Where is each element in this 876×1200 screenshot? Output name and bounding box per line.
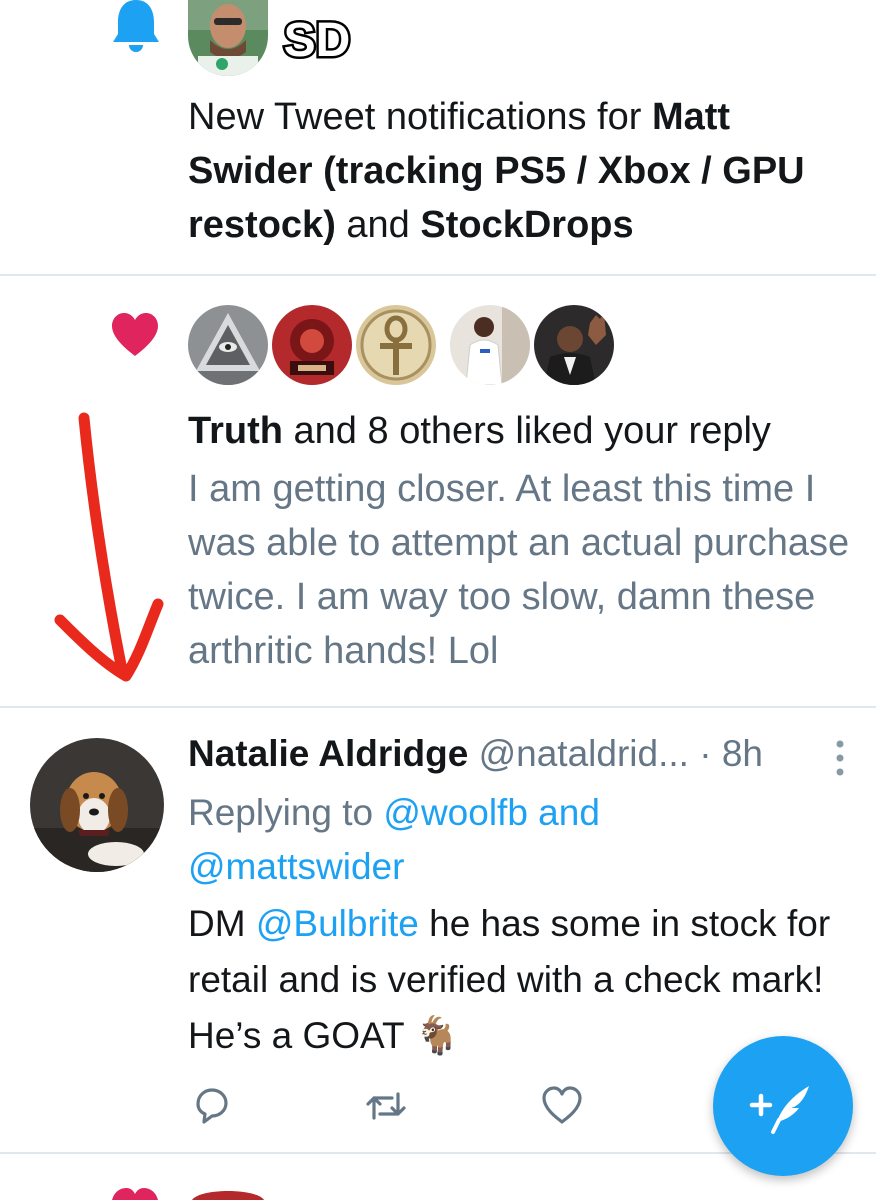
heart-icon — [112, 1188, 158, 1200]
user-link-truth[interactable]: Truth — [188, 410, 283, 452]
mention-bulbrite[interactable]: @Bulbrite — [256, 903, 419, 944]
compose-tweet-button[interactable] — [713, 1036, 853, 1176]
divider — [0, 706, 876, 708]
tweet-author-handle[interactable]: @nataldrid... — [479, 733, 689, 774]
avatar-liker-5[interactable] — [534, 305, 614, 385]
avatar-natalie-aldridge[interactable] — [30, 738, 164, 872]
avatar-matt-swider[interactable] — [188, 0, 268, 76]
goat-emoji: 🐐 — [414, 1015, 461, 1056]
avatar-liker-3[interactable] — [356, 305, 436, 385]
like-notification-text: Truth and 8 others liked your reply — [188, 410, 771, 452]
retweet-icon[interactable] — [364, 1084, 408, 1128]
avatar-truth[interactable] — [188, 305, 268, 385]
like-icon[interactable] — [540, 1084, 584, 1128]
avatar-stockdrops[interactable]: SD — [280, 6, 354, 70]
avatar-liker-2[interactable] — [272, 305, 352, 385]
divider — [0, 274, 876, 276]
reply-user-link-woolfb[interactable]: @woolfb — [383, 792, 528, 833]
stockdrops-logo-text: SD — [284, 14, 351, 67]
liked-reply-text[interactable]: I am getting closer. At least this time … — [188, 462, 868, 678]
more-options-icon[interactable] — [832, 738, 848, 778]
tweet-header: Natalie Aldridge @nataldrid... · 8h — [188, 732, 763, 776]
heart-icon — [112, 313, 158, 356]
compose-tweet-icon — [749, 1086, 809, 1134]
red-arrow-annotation — [54, 412, 164, 682]
avatar-partial — [188, 1186, 268, 1200]
reply-icon[interactable] — [190, 1084, 234, 1128]
reply-user-link-mattswider[interactable]: @mattswider — [188, 846, 404, 887]
bell-icon — [113, 0, 159, 52]
new-tweet-notification-text: New Tweet notifications for Matt Swider … — [188, 96, 805, 246]
tweet-time[interactable]: · 8h — [699, 733, 763, 774]
avatar-liker-4[interactable] — [450, 305, 530, 385]
user-link-stockdrops[interactable]: StockDrops — [420, 204, 633, 246]
tweet-author-name[interactable]: Natalie Aldridge — [188, 733, 468, 774]
replying-to: Replying to @woolfb and @mattswider — [188, 792, 600, 887]
